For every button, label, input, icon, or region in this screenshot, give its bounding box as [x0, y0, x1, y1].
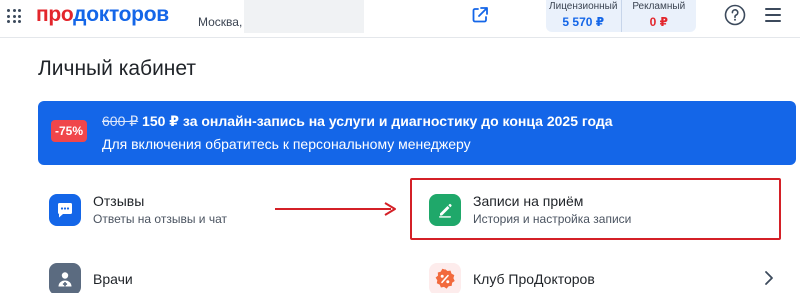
- reviews-subtitle: Ответы на отзывы и чат: [93, 212, 227, 226]
- promo-headline: 600 ₽ 150 ₽ за онлайн-запись на услуги и…: [102, 113, 613, 130]
- promo-old-price: 600 ₽: [102, 113, 139, 129]
- annotation-arrow: [275, 202, 396, 216]
- logo[interactable]: продокторов: [36, 3, 169, 27]
- license-balance-label: Лицензионный: [549, 1, 618, 12]
- ad-balance-value: 0 ₽: [649, 15, 668, 29]
- apps-grid-icon[interactable]: [7, 9, 21, 23]
- club-card[interactable]: Клуб ПроДокторов: [429, 263, 595, 293]
- city-label: Москва,: [198, 15, 243, 29]
- reviews-title: Отзывы: [93, 193, 145, 209]
- promo-subline: Для включения обратитесь к персональному…: [102, 136, 471, 152]
- doctor-icon: [49, 263, 81, 293]
- chevron-right-icon[interactable]: [764, 270, 774, 286]
- logo-part-red: про: [36, 3, 74, 26]
- appointments-title: Записи на приём: [473, 193, 584, 209]
- chat-icon: [49, 193, 81, 226]
- club-title: Клуб ПроДокторов: [473, 271, 595, 287]
- logo-part-blue: докторов: [73, 3, 169, 26]
- redacted-address: [244, 0, 364, 33]
- doctors-card[interactable]: Врачи: [49, 263, 133, 293]
- help-icon[interactable]: [724, 4, 746, 26]
- edit-pencil-icon: [429, 193, 461, 226]
- ad-balance: Рекламный 0 ₽: [620, 0, 697, 32]
- appointments-subtitle: История и настройка записи: [473, 212, 632, 226]
- discount-badge: -75%: [51, 120, 87, 142]
- reviews-card[interactable]: Отзывы Ответы на отзывы и чат: [49, 192, 227, 227]
- external-link-icon[interactable]: [470, 5, 490, 25]
- promo-banner[interactable]: -75% 600 ₽ 150 ₽ за онлайн-запись на усл…: [38, 101, 796, 165]
- promo-headline-text: 150 ₽ за онлайн-запись на услуги и диагн…: [138, 113, 613, 129]
- balance-panel[interactable]: Лицензионный 5 570 ₽ Рекламный 0 ₽: [546, 0, 696, 32]
- license-balance-value: 5 570 ₽: [562, 15, 605, 29]
- license-balance: Лицензионный 5 570 ₽: [546, 0, 621, 32]
- doctors-title: Врачи: [93, 271, 133, 287]
- page-title: Личный кабинет: [38, 57, 196, 80]
- top-header: продокторов Москва, Лицензионный 5 570 ₽…: [0, 0, 800, 38]
- hamburger-menu-icon[interactable]: [765, 8, 781, 22]
- appointments-card[interactable]: Записи на приём История и настройка запи…: [429, 192, 631, 227]
- ad-balance-label: Рекламный: [632, 1, 686, 12]
- percent-badge-icon: [429, 263, 461, 293]
